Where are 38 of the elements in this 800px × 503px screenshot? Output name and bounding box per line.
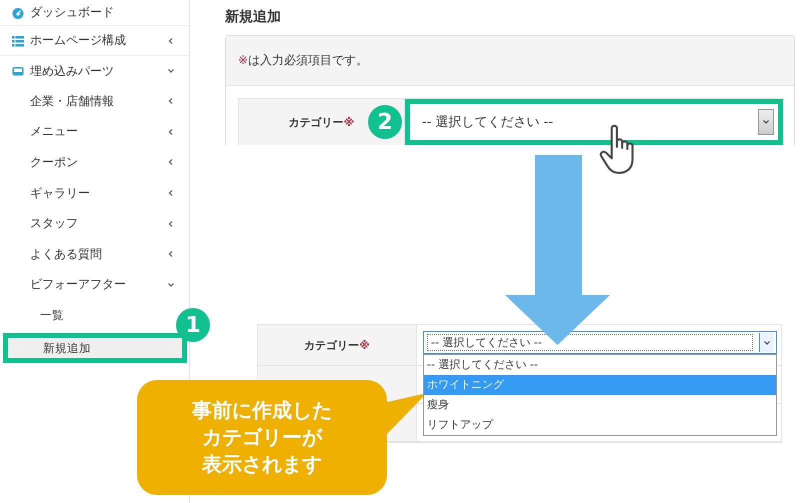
sidebar-item[interactable]: よくある質問 xyxy=(0,238,189,270)
chevron-down-icon xyxy=(762,118,770,126)
chevron-down-icon xyxy=(167,280,175,289)
sidebar-item[interactable]: ギャラリー xyxy=(0,178,189,208)
sidebar-item[interactable]: ビフォーアフター xyxy=(0,270,189,300)
dropdown-option[interactable]: 瘦身 xyxy=(424,395,776,415)
sidebar-item[interactable]: 埋め込みパーツ xyxy=(0,56,189,86)
sidebar-item[interactable]: 一覧 xyxy=(0,300,170,331)
category-select[interactable]: -- 選択してください -- xyxy=(423,331,777,354)
inbox-icon xyxy=(12,65,24,77)
chevron-left-icon xyxy=(167,36,175,44)
sidebar-item[interactable]: ダッシュボード xyxy=(0,0,189,26)
sidebar-item[interactable]: クーポン xyxy=(0,147,189,178)
list-icon xyxy=(12,34,24,46)
sidebar-item[interactable]: ホームページ構成 xyxy=(0,26,189,56)
chevron-left-icon xyxy=(167,97,175,106)
dashboard-gauge-icon xyxy=(12,6,24,18)
sidebar-item[interactable]: 企業・店舗情報 xyxy=(0,86,189,117)
chevron-left-icon xyxy=(167,220,175,228)
callout-text: 事前に作成した xyxy=(192,397,332,424)
sidebar-item[interactable]: 新規追加 xyxy=(3,332,187,364)
chevron-left-icon xyxy=(167,189,175,198)
chevron-left-icon xyxy=(167,128,175,136)
callout-text: 表示されます xyxy=(201,451,323,478)
dropdown-option[interactable]: リフトアップ xyxy=(424,415,776,435)
chevron-left-icon xyxy=(167,158,175,166)
chevron-down-icon xyxy=(763,338,771,346)
page-title: 新規追加 xyxy=(225,8,282,27)
chevron-left-icon xyxy=(167,250,175,258)
category-select[interactable]: -- 選択してください -- xyxy=(405,99,783,145)
step-badge: 1 xyxy=(176,308,210,342)
required-notice: ※は入力必須項目です。 xyxy=(238,52,368,69)
callout-text: カテゴリーが xyxy=(201,424,324,451)
dropdown-option[interactable]: -- 選択してください -- xyxy=(424,355,776,375)
category-label: カテゴリー※ xyxy=(258,325,417,365)
sidebar-item[interactable]: スタッフ xyxy=(0,208,189,239)
chevron-down-icon xyxy=(167,67,175,75)
sidebar-item[interactable]: メニュー xyxy=(0,116,189,148)
